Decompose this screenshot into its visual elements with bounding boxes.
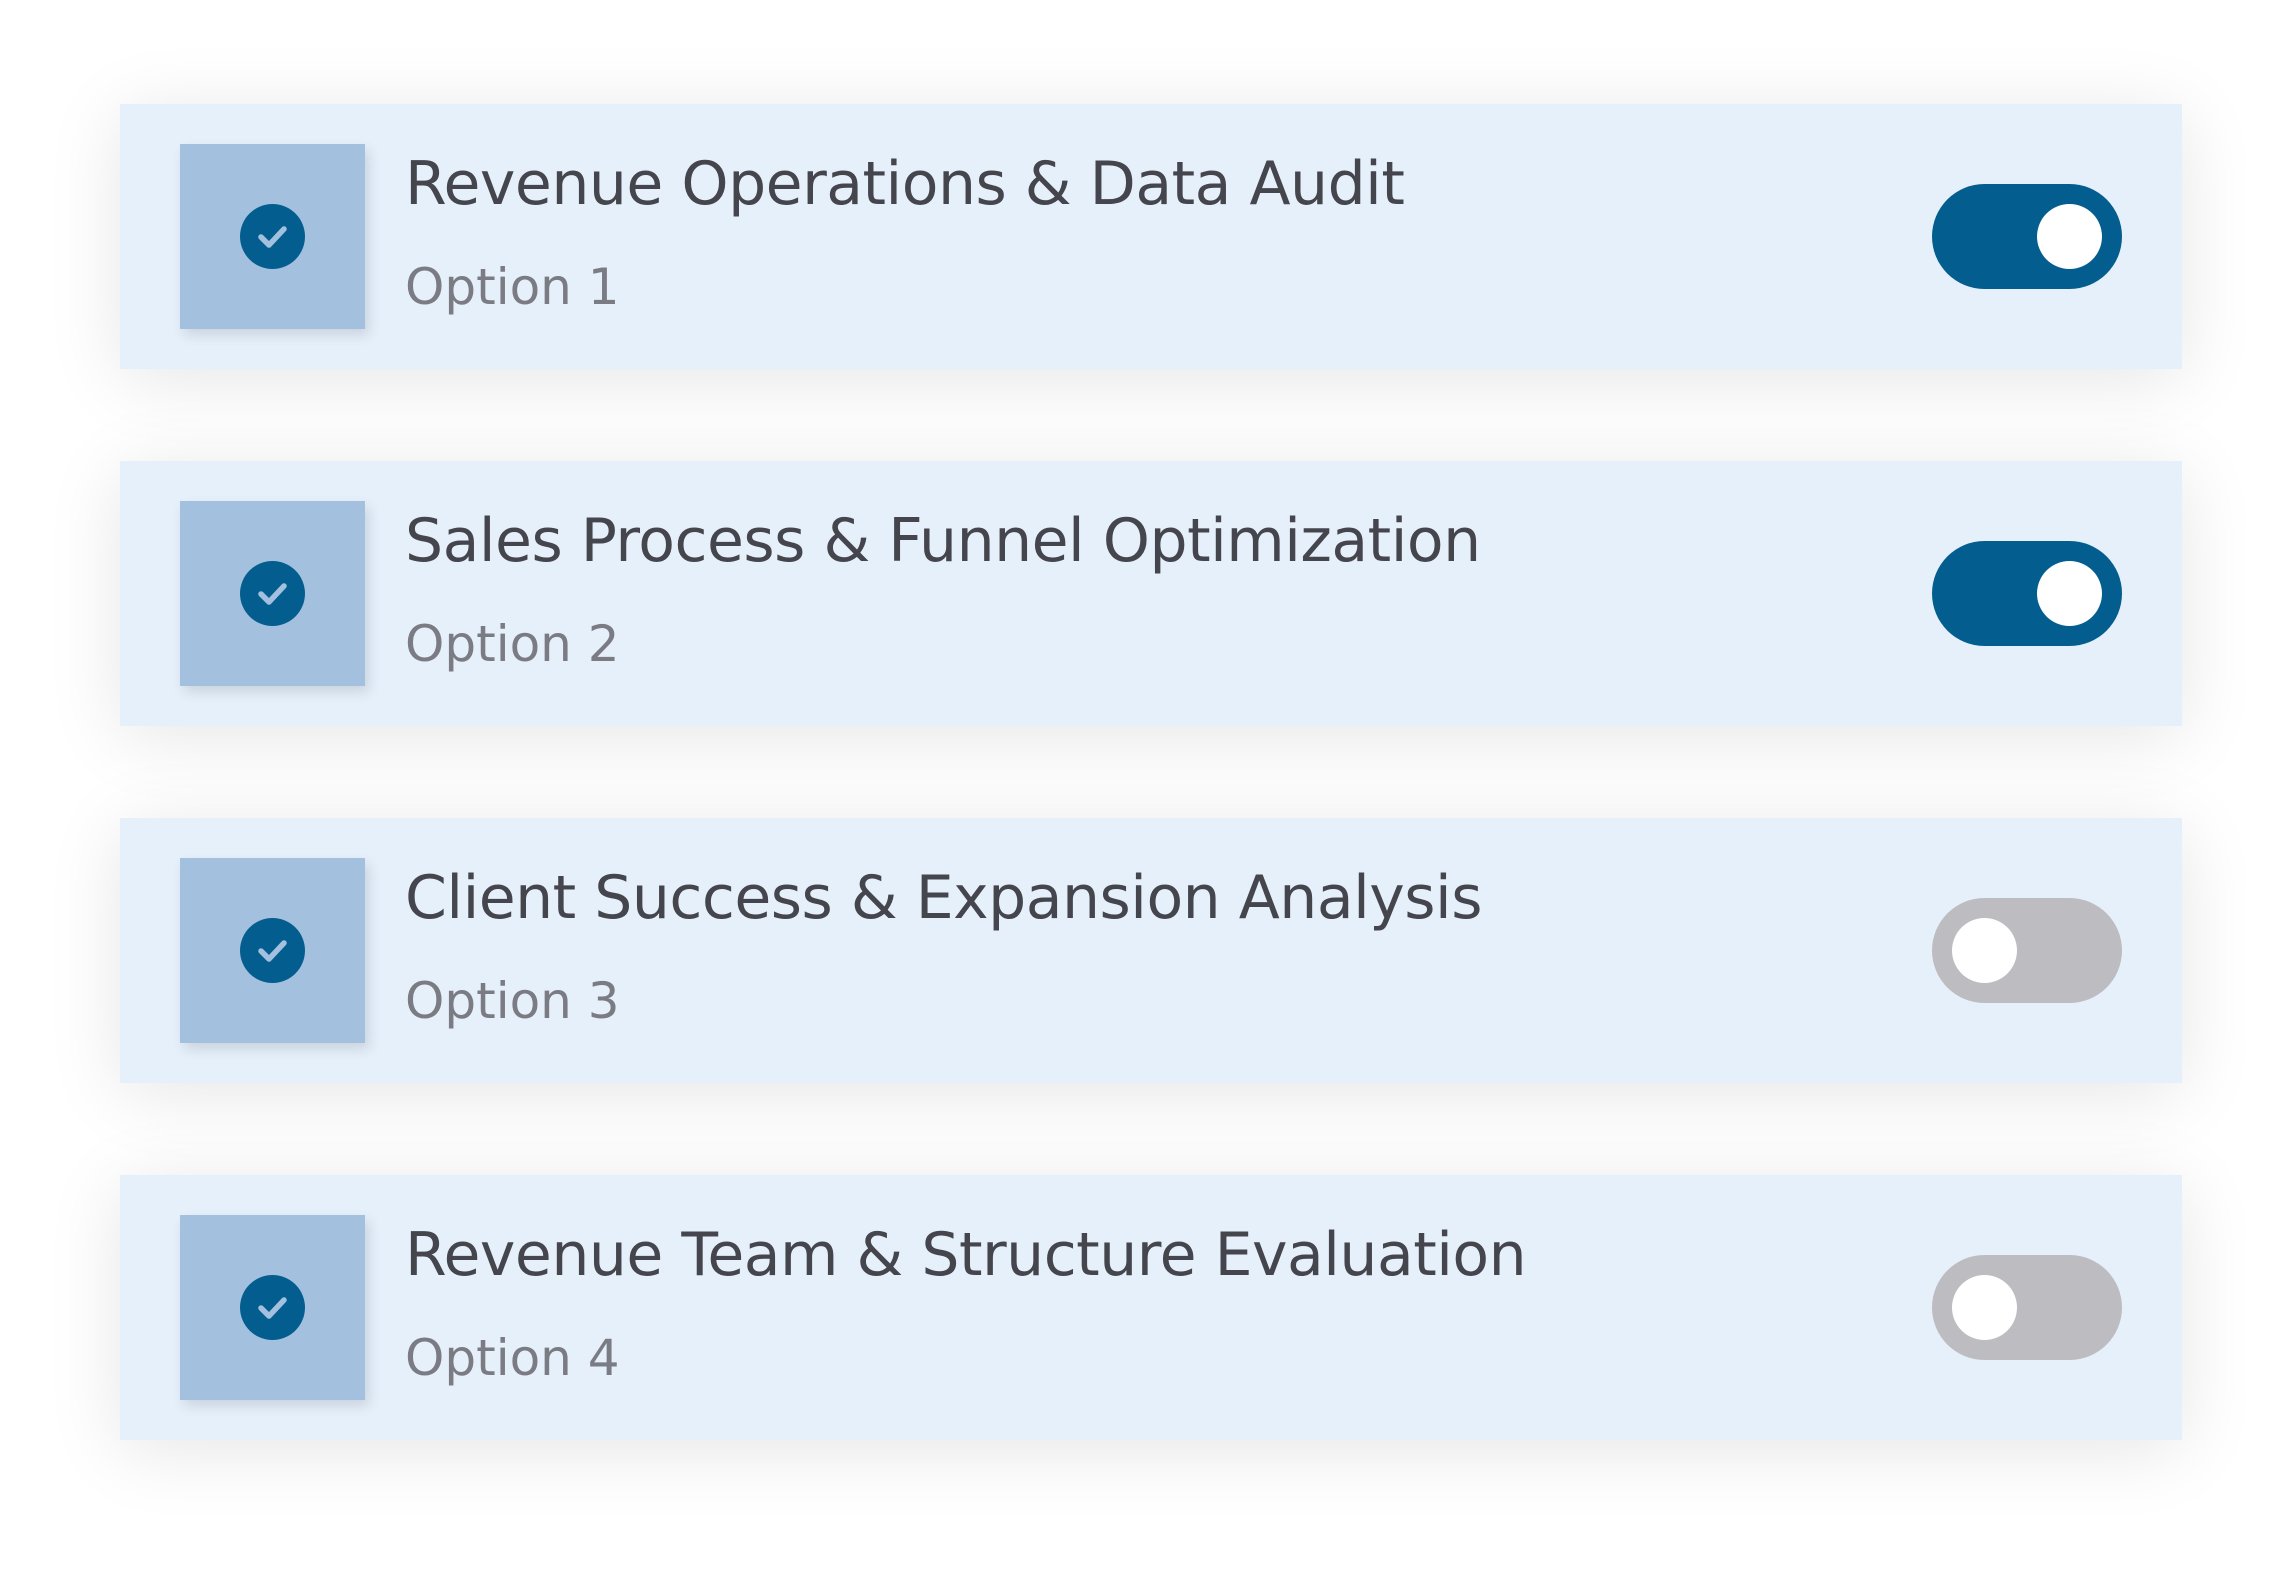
option-title: Revenue Team & Structure Evaluation xyxy=(405,1220,1527,1290)
option-subtitle: Option 3 xyxy=(405,972,620,1030)
option-card-3: Client Success & Expansion Analysis Opti… xyxy=(120,818,2182,1083)
check-circle-icon xyxy=(240,204,305,269)
option-title: Revenue Operations & Data Audit xyxy=(405,149,1405,219)
option-thumbnail xyxy=(180,501,365,686)
option-card-1: Revenue Operations & Data Audit Option 1 xyxy=(120,104,2182,369)
option-thumbnail xyxy=(180,144,365,329)
option-subtitle: Option 2 xyxy=(405,615,620,673)
option-subtitle: Option 1 xyxy=(405,258,620,316)
option-thumbnail xyxy=(180,858,365,1043)
option-toggle-switch[interactable] xyxy=(1932,541,2122,646)
option-card-2: Sales Process & Funnel Optimization Opti… xyxy=(120,461,2182,726)
option-toggle-switch[interactable] xyxy=(1932,184,2122,289)
check-circle-icon xyxy=(240,561,305,626)
toggle-knob xyxy=(1952,1275,2017,1340)
option-card-4: Revenue Team & Structure Evaluation Opti… xyxy=(120,1175,2182,1440)
option-title: Client Success & Expansion Analysis xyxy=(405,863,1482,933)
option-toggle-switch[interactable] xyxy=(1932,1255,2122,1360)
toggle-knob xyxy=(2037,204,2102,269)
check-circle-icon xyxy=(240,918,305,983)
check-circle-icon xyxy=(240,1275,305,1340)
options-list: Revenue Operations & Data Audit Option 1… xyxy=(120,104,2182,1440)
option-thumbnail xyxy=(180,1215,365,1400)
option-title: Sales Process & Funnel Optimization xyxy=(405,506,1481,576)
option-toggle-switch[interactable] xyxy=(1932,898,2122,1003)
toggle-knob xyxy=(1952,918,2017,983)
toggle-knob xyxy=(2037,561,2102,626)
option-subtitle: Option 4 xyxy=(405,1329,620,1387)
